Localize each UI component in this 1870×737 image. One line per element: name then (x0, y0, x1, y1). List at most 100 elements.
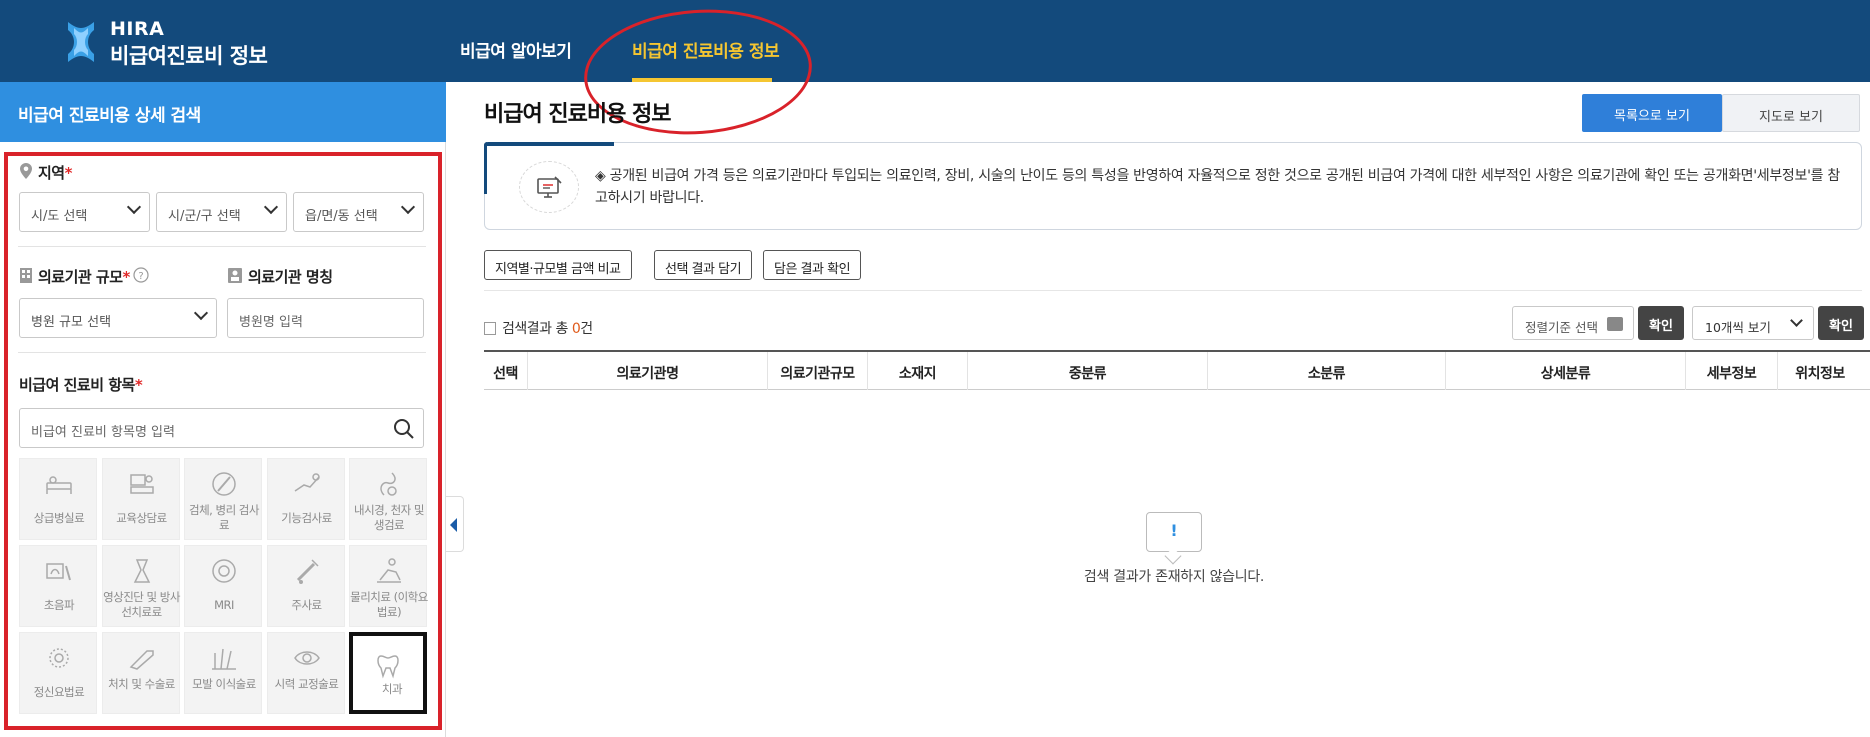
document-icon (484, 322, 496, 335)
divider (18, 246, 426, 247)
notice-icon-circle (519, 161, 579, 213)
sort-confirm-button[interactable]: 확인 (1638, 306, 1684, 340)
category-label: 교육상담료 (116, 511, 167, 525)
chevron-down-icon (263, 199, 279, 215)
scale-label: 의료기관 규모* (38, 268, 130, 286)
view-saved-button[interactable]: 담은 결과 확인 (763, 250, 862, 280)
map-view-button[interactable]: 지도로 보기 (1722, 94, 1860, 132)
category-label: 기능검사료 (281, 511, 332, 525)
category-radiology[interactable]: 영상진단 및 방사선치료료 (101, 545, 180, 627)
category-tooth[interactable]: 치과 (349, 632, 427, 714)
chevron-down-icon (1790, 314, 1803, 327)
category-label: 모발 이식술료 (192, 677, 256, 691)
category-bed[interactable]: 상급병실료 (19, 458, 97, 540)
hospital-name-label: 의료기관 명칭 (248, 268, 333, 286)
physio-icon (377, 558, 401, 583)
category-label: 정신요법료 (33, 685, 85, 699)
search-icon[interactable] (393, 418, 415, 440)
category-function-test[interactable]: 기능검사료 (266, 458, 345, 540)
location-pin-icon (20, 163, 32, 179)
chevron-down-icon (193, 305, 209, 321)
category-label: 시력 교정술료 (274, 677, 339, 691)
hira-logo-icon[interactable] (64, 20, 98, 64)
category-surgery[interactable]: 처치 및 수술료 (101, 632, 180, 714)
col-mid-category: 중분류 (968, 352, 1208, 390)
sido-select[interactable]: 시/도 선택 (19, 192, 150, 232)
category-label: 상급병실료 (33, 511, 85, 525)
sidebar-title: 비급여 진료비용 상세 검색 (0, 82, 446, 142)
col-detail-info: 세부정보 (1686, 352, 1778, 390)
notice-text: ◈ 공개된 비급여 가격 등은 의료기관마다 투입되는 의료인력, 장비, 시술… (595, 168, 1840, 206)
col-location: 소재지 (868, 352, 968, 390)
empty-result-icon: ! (1146, 512, 1202, 565)
category-label: 처치 및 수술료 (108, 677, 175, 691)
category-ultrasound[interactable]: 초음파 (19, 545, 97, 627)
category-label: 치과 (381, 682, 403, 696)
list-view-button[interactable]: 목록으로 보기 (1582, 94, 1722, 132)
logo-subtitle[interactable]: 비급여진료비 정보 (110, 40, 268, 70)
hospital-name-input[interactable]: 병원명 입력 (227, 298, 424, 338)
hospital-badge-icon (228, 268, 242, 283)
col-detail-category: 상세분류 (1446, 352, 1686, 390)
list-icon (1607, 317, 1623, 331)
category-lab-test[interactable]: 검체, 병리 검사료 (184, 458, 262, 540)
syringe-icon (296, 559, 319, 584)
region-label: 지역* (38, 164, 72, 182)
compare-price-button[interactable]: 지역별·규모별 금액 비교 (484, 250, 632, 280)
col-hospital-name: 의료기관명 (528, 352, 768, 390)
col-location-info: 위치정보 (1795, 366, 1845, 382)
chevron-down-icon (400, 199, 416, 215)
sigungu-select[interactable]: 시/군/구 선택 (156, 192, 287, 232)
divider (484, 290, 1862, 291)
notice-box: ◈ 공개된 비급여 가격 등은 의료기관마다 투입되는 의료인력, 장비, 시술… (484, 142, 1862, 230)
col-hospital-scale: 의료기관규모 (768, 352, 868, 390)
sort-select[interactable]: 정렬기준 선택 (1512, 306, 1634, 340)
eye-icon (293, 651, 320, 665)
chevron-down-icon (126, 199, 142, 215)
help-icon[interactable]: ? (133, 267, 149, 283)
page-size-confirm-button[interactable]: 확인 (1818, 306, 1864, 340)
col-select: 선택 (484, 352, 528, 390)
nav-noncovered-info[interactable]: 비급여 알아보기 (460, 37, 572, 62)
sidebar-collapse-button[interactable] (446, 496, 464, 552)
col-sub-category: 소분류 (1208, 352, 1446, 390)
monitor-edit-icon (537, 176, 562, 198)
category-eye[interactable]: 시력 교정술료 (266, 632, 345, 714)
category-label: 주사료 (291, 598, 322, 612)
result-table-header: 선택 의료기관명 의료기관규모 소재지 중분류 소분류 상세분류 세부정보 위치… (484, 350, 1870, 390)
eupmyeondong-select[interactable]: 읍/면/동 선택 (293, 192, 424, 232)
category-syringe[interactable]: 주사료 (266, 545, 345, 627)
bed-icon (46, 476, 72, 494)
building-icon (20, 268, 32, 283)
category-counseling[interactable]: 교육상담료 (101, 458, 180, 540)
category-endoscope[interactable]: 내시경, 천자 및 생검료 (349, 458, 427, 540)
endoscope-icon (380, 472, 397, 496)
radiology-icon (133, 559, 150, 583)
empty-result-message: 검색 결과가 존재하지 않습니다. (1083, 569, 1265, 585)
category-label: 내시경, 천자 및 생검료 (354, 503, 424, 532)
logo-title[interactable]: HIRA (110, 18, 164, 40)
category-physio[interactable]: 물리치료 (이학요법료) (349, 545, 428, 627)
svg-text:?: ? (138, 271, 143, 282)
function-test-icon (294, 473, 320, 492)
brain-icon (49, 648, 69, 668)
mri-icon (212, 559, 236, 583)
counseling-icon (129, 474, 154, 494)
main-content: 비급여 진료비용 정보 목록으로 보기 지도로 보기 ◈ 공개된 비급여 가격 … (484, 82, 1870, 737)
surgery-icon (129, 650, 154, 670)
item-search-input[interactable]: 비급여 진료비 항목명 입력 (19, 408, 424, 448)
top-header: HIRA 비급여진료비 정보 비급여 알아보기 비급여 진료비용 정보 (0, 0, 1870, 142)
chevron-left-icon (450, 518, 457, 532)
divider (18, 352, 426, 353)
items-label: 비급여 진료비 항목* (19, 376, 143, 394)
category-brain[interactable]: 정신요법료 (19, 632, 97, 714)
category-hair[interactable]: 모발 이식술료 (184, 632, 262, 714)
hospital-scale-select[interactable]: 병원 규모 선택 (19, 298, 217, 338)
save-selection-button[interactable]: 선택 결과 담기 (654, 250, 753, 280)
category-mri[interactable]: MRI (184, 545, 262, 627)
page-title: 비급여 진료비용 정보 (484, 102, 671, 127)
page-size-select[interactable]: 10개씩 보기 (1692, 306, 1814, 340)
category-label: MRI (214, 598, 234, 612)
category-label: 검체, 병리 검사료 (189, 503, 259, 532)
category-label: 영상진단 및 방사선치료료 (103, 590, 180, 619)
